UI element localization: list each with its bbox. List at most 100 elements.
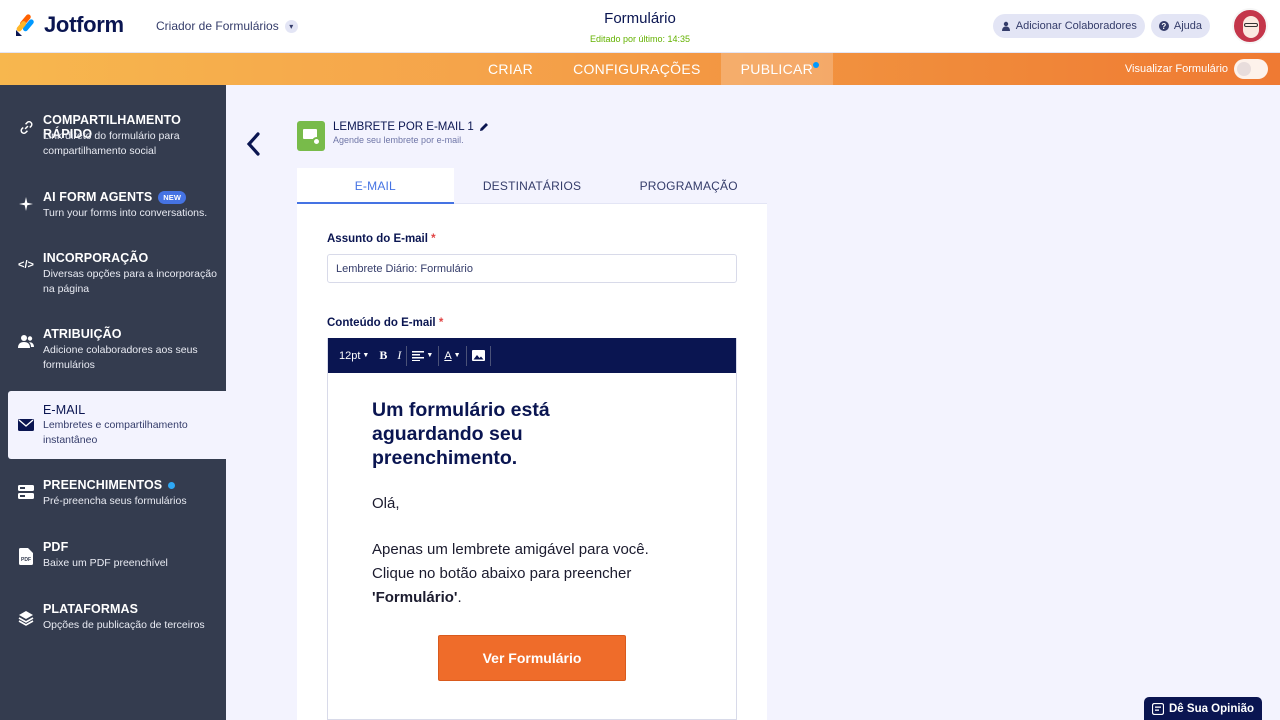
reminder-text: LEMBRETE POR E-MAIL 1 Agende seu lembret…	[333, 121, 489, 151]
brand-name: Jotform	[44, 12, 124, 37]
sidebar-item-title: PLATAFORMAS	[43, 602, 139, 616]
tab-schedule[interactable]: PROGRAMAÇÃO	[610, 168, 767, 203]
italic-button[interactable]: I	[392, 345, 408, 366]
sidebar-item-quick-share[interactable]: COMPARTILHAMENTO RÁPIDO Link direto do f…	[8, 113, 226, 179]
chevron-down-icon: ▼	[362, 352, 370, 359]
sidebar-item-assign[interactable]: ATRIBUIÇÃO Adicione colaboradores aos se…	[8, 327, 226, 393]
add-collaborators-label: Adicionar Colaboradores	[1015, 20, 1137, 32]
tab-recipients[interactable]: DESTINATÁRIOS	[454, 168, 611, 203]
view-form-button[interactable]: Ver Formulário	[438, 635, 626, 681]
sidebar-item-desc: Pré-preencha seus formulários	[43, 495, 187, 507]
tab-publicar[interactable]: PUBLICAR	[720, 53, 834, 85]
layers-icon	[18, 610, 34, 626]
top-header: Jotform Criador de Formulários ▾ Formulá…	[0, 0, 1280, 53]
sidebar-item-title: PREENCHIMENTOS	[43, 478, 163, 492]
sidebar-item-ai-form-agents[interactable]: AI FORM AGENTS NEW Turn your forms into c…	[8, 190, 226, 256]
last-edited: Editado por último: 14:35	[589, 34, 691, 44]
subject-label-text: Assunto do E-mail	[327, 233, 428, 245]
notification-dot	[813, 62, 820, 68]
add-collaborators-button[interactable]: Adicionar Colaboradores	[992, 14, 1145, 38]
bold-button[interactable]: B	[374, 346, 392, 366]
envelope-icon	[18, 417, 34, 433]
builder-dropdown[interactable]: Criador de Formulários ▾	[156, 19, 298, 33]
pdf-icon: PDF	[18, 547, 34, 565]
form-title-area: Formulário Editado por último: 14:35	[540, 10, 740, 44]
tab-criar-label: CRIAR	[488, 61, 534, 77]
user-icon	[1001, 21, 1010, 31]
prefill-icon	[18, 484, 34, 500]
sidebar-item-email[interactable]: E-MAIL Lembretes e compartilhamento inst…	[8, 391, 226, 459]
email-tabs: E-MAIL DESTINATÁRIOS PROGRAMAÇÃO	[297, 168, 767, 204]
required-asterisk: *	[438, 317, 444, 329]
rich-text-editor[interactable]: 12pt ▼ B I ▼ A ▼ Um formulário está aguar…	[327, 338, 737, 720]
text-color-button[interactable]: A ▼	[439, 345, 467, 366]
reminder-title-row: LEMBRETE POR E-MAIL 1	[333, 121, 489, 133]
tab-configuracoes-label: CONFIGURAÇÕES	[573, 61, 701, 77]
publish-sidebar: COMPARTILHAMENTO RÁPIDO Link direto do f…	[0, 85, 226, 720]
sidebar-item-desc: Turn your forms into conversations.	[43, 207, 208, 219]
required-asterisk: *	[431, 233, 436, 245]
pencil-icon[interactable]	[479, 122, 489, 132]
sparkle-icon	[18, 196, 34, 212]
feedback-icon	[1152, 702, 1164, 715]
preview-form-toggle-area: Visualizar Formulário	[1125, 59, 1268, 79]
sidebar-item-desc: Lembretes e compartilhamento instantâneo	[43, 419, 188, 446]
help-button[interactable]: ? Ajuda	[1150, 14, 1210, 38]
reminder-header: LEMBRETE POR E-MAIL 1 Agende seu lembret…	[297, 121, 489, 151]
insert-image-button[interactable]	[467, 345, 491, 366]
editor-toolbar: 12pt ▼ B I ▼ A ▼	[328, 338, 736, 373]
feedback-button[interactable]: Dê Sua Opinião	[1144, 697, 1262, 720]
tab-criar[interactable]: CRIAR	[468, 53, 553, 85]
sidebar-item-title-wrap: PREENCHIMENTOS	[43, 478, 176, 492]
new-badge: NEW	[158, 190, 187, 204]
reminder-subtitle: Agende seu lembrete por e-mail.	[333, 135, 464, 145]
sidebar-item-prefill[interactable]: PREENCHIMENTOS Pré-preencha seus formulá…	[8, 478, 226, 544]
tab-email[interactable]: E-MAIL	[297, 168, 454, 204]
content-label-text: Conteúdo do E-mail	[327, 317, 436, 329]
preview-label: Visualizar Formulário	[1124, 63, 1228, 75]
tab-configuracoes[interactable]: CONFIGURAÇÕES	[553, 53, 721, 85]
email-form-name: 'Formulário'	[372, 589, 458, 606]
link-icon	[18, 119, 34, 135]
form-title[interactable]: Formulário	[540, 10, 740, 27]
sidebar-item-title: AI FORM AGENTS	[43, 190, 153, 204]
avatar[interactable]	[1232, 8, 1268, 44]
subject-input[interactable]: Lembrete Diário: Formulário	[327, 254, 737, 283]
avatar-glasses	[1244, 23, 1258, 27]
code-icon: </>	[18, 259, 34, 271]
email-editor-card: E-MAIL DESTINATÁRIOS PROGRAMAÇÃO Assunto…	[297, 168, 767, 720]
sidebar-item-embed[interactable]: </> INCORPORAÇÃO Diversas opções para a …	[8, 251, 226, 317]
email-body-end: .	[457, 589, 462, 606]
font-size-select[interactable]: 12pt ▼	[334, 346, 374, 366]
image-icon	[471, 350, 485, 361]
sidebar-item-desc: Opções de publicação de terceiros	[43, 619, 205, 631]
svg-text:PDF: PDF	[21, 557, 31, 563]
jotform-logo-icon	[16, 14, 34, 36]
avatar-face	[1243, 16, 1259, 38]
sidebar-item-desc: Adicione colaboradores aos seus formulár…	[43, 344, 198, 371]
sidebar-item-platforms[interactable]: PLATAFORMAS Opções de publicação de terc…	[8, 602, 226, 668]
align-button[interactable]: ▼	[407, 345, 440, 366]
email-reminder-icon	[297, 121, 325, 151]
reminder-title[interactable]: LEMBRETE POR E-MAIL 1	[333, 121, 474, 133]
main-nav: CRIAR CONFIGURAÇÕES PUBLICAR Visualizar …	[0, 53, 1280, 85]
users-icon	[18, 333, 34, 349]
notification-dot	[168, 481, 176, 489]
sidebar-item-title-wrap: AI FORM AGENTS NEW	[43, 190, 187, 204]
email-body[interactable]: Um formulário está aguardando seu preenc…	[328, 373, 736, 610]
sidebar-item-pdf[interactable]: PDF PDF Baixe um PDF preenchível	[8, 540, 226, 606]
preview-toggle[interactable]	[1234, 59, 1268, 79]
jotform-logo[interactable]: Jotform	[14, 12, 124, 38]
sidebar-item-title: INCORPORAÇÃO	[43, 251, 149, 265]
email-paragraph: Apenas um lembrete amigável para você. C…	[372, 538, 692, 610]
nav-tabs: CRIAR CONFIGURAÇÕES PUBLICAR	[468, 53, 834, 85]
align-left-icon	[412, 350, 425, 361]
help-label: Ajuda	[1173, 20, 1202, 32]
back-arrow-icon[interactable]	[245, 132, 261, 163]
chevron-down-icon: ▼	[453, 352, 461, 359]
email-body-text: Apenas um lembrete amigável para você. C…	[372, 541, 649, 582]
help-icon: ?	[1158, 21, 1169, 31]
email-heading: Um formulário está aguardando seu preenc…	[372, 399, 550, 469]
clock-shape	[312, 137, 321, 146]
sidebar-item-desc: Diversas opções para a incorporação na p…	[43, 268, 217, 295]
